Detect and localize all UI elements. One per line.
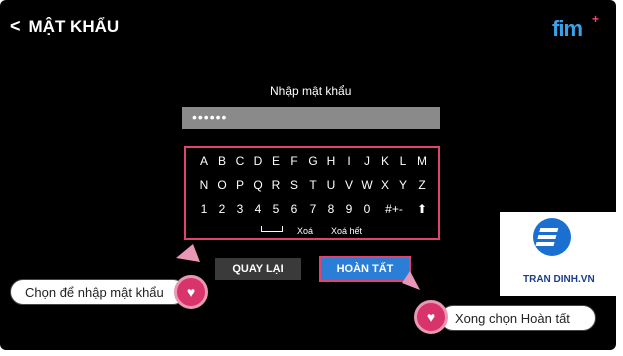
brand-watermark: TRAN DINH.VN bbox=[500, 212, 623, 296]
brand-logo-mark bbox=[535, 228, 559, 246]
annotation-left-label: Chọn để nhập mật khẩu bbox=[10, 279, 186, 305]
brand-logo-icon bbox=[533, 218, 571, 256]
left-pointer-tail bbox=[176, 244, 200, 262]
heart-icon: ♥ bbox=[414, 300, 448, 334]
annotation-right-label: Xong chọn Hoàn tất bbox=[440, 305, 596, 331]
heart-icon: ♥ bbox=[174, 275, 208, 309]
right-pointer-tail bbox=[402, 271, 420, 290]
brand-text: TRAN DINH.VN bbox=[523, 274, 595, 285]
